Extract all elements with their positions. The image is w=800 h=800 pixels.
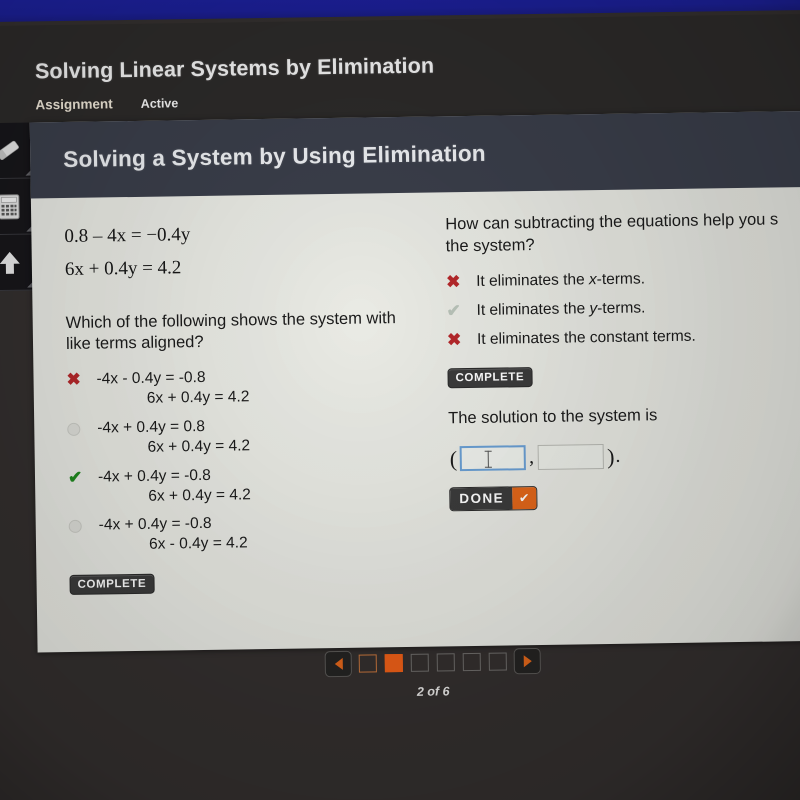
right-question-line2: the system? [445, 235, 535, 256]
radio-unselected[interactable] [67, 419, 97, 441]
check-icon: ✔ [511, 487, 537, 510]
solution-input-row: ( , ) . [449, 441, 800, 472]
page-dot-1[interactable] [358, 654, 377, 673]
radio-unselected[interactable] [68, 516, 99, 538]
equation-line-2: 6x + 0.4y = 4.2 [64, 257, 182, 281]
page-dot-2[interactable] [384, 654, 403, 673]
right-choice-2-text: It eliminates the y-terms. [476, 299, 646, 319]
eraser-tool[interactable] [0, 122, 34, 180]
equation-line-1: 0.8 – 4x = −0.4y [64, 224, 191, 248]
page-dot-4[interactable] [436, 653, 455, 672]
right-column: How can subtracting the equations help y… [439, 209, 800, 647]
left-choice-3-text: -4x + 0.4y = -0.8 6x + 0.4y = 4.2 [98, 465, 251, 507]
tab-active[interactable]: Active [141, 96, 179, 111]
left-choice-1[interactable]: ✖ -4x - 0.4y = -0.8 6x + 0.4y = 4.2 [66, 365, 424, 410]
card-body: 0.8 – 4x = −0.4y 6x + 0.4y = 4.2 Which o… [31, 187, 800, 653]
calculator-tool[interactable] [0, 178, 35, 236]
left-choice-1-line2: 6x + 0.4y = 4.2 [146, 388, 250, 408]
header-tabs: Assignment Active [35, 95, 178, 112]
right-choice-3[interactable]: ✖ It eliminates the constant terms. [447, 324, 800, 349]
correct-mark-icon: ✔ [67, 467, 83, 487]
done-button-label: DONE [450, 487, 513, 511]
left-choice-4-line1: -4x + 0.4y = -0.8 [98, 515, 212, 534]
right-choice-1-text: It eliminates the x-terms. [476, 270, 646, 290]
tilted-monitor-content: Solving Linear Systems by Elimination As… [0, 0, 800, 800]
left-choice-3-line1: -4x + 0.4y = -0.8 [97, 466, 211, 486]
right-complete-badge[interactable]: COMPLETE [447, 367, 533, 389]
wrong-mark-icon: ✖ [446, 272, 461, 292]
page-dot-5[interactable] [462, 652, 481, 672]
equation-system: 0.8 – 4x = −0.4y 6x + 0.4y = 4.2 [64, 215, 422, 287]
left-choice-3[interactable]: ✔ -4x + 0.4y = -0.8 6x + 0.4y = 4.2 [68, 462, 426, 507]
left-choice-4-text: -4x + 0.4y = -0.8 6x - 0.4y = 4.2 [99, 514, 248, 556]
chevron-left-icon [334, 657, 343, 671]
answer-y-input[interactable] [537, 444, 605, 471]
answer-x-input[interactable] [459, 445, 527, 472]
page-count-label: 2 of 6 [416, 684, 450, 699]
right-question-text: How can subtracting the equations help y… [445, 209, 800, 258]
right-question-line1: How can subtracting the equations help y… [445, 210, 779, 234]
page-dot-3[interactable] [410, 653, 429, 672]
right-choice-3-text: It eliminates the constant terms. [476, 327, 696, 348]
screen-photo: Solving Linear Systems by Elimination As… [0, 0, 800, 800]
eraser-icon [0, 138, 23, 162]
pagination-row [324, 647, 541, 678]
solution-period: . [615, 445, 621, 468]
left-choice-2-line2: 6x + 0.4y = 4.2 [147, 437, 251, 456]
done-button[interactable]: DONE ✔ [449, 486, 538, 512]
left-choice-1-line1: -4x - 0.4y = -0.8 [96, 369, 206, 388]
right-choice-2[interactable]: ✔ It eliminates the y-terms. [446, 296, 800, 321]
solution-label: The solution to the system is [448, 406, 658, 428]
left-choice-4[interactable]: -4x + 0.4y = -0.8 6x - 0.4y = 4.2 [68, 511, 427, 556]
scroll-up-tool[interactable] [0, 234, 36, 292]
text-caret-icon [487, 451, 490, 469]
left-question-text: Which of the following shows the system … [65, 308, 396, 354]
left-column: 0.8 – 4x = −0.4y 6x + 0.4y = 4.2 Which o… [31, 214, 445, 652]
open-paren: ( [449, 446, 458, 472]
wrong-mark-icon: ✖ [446, 329, 462, 349]
up-arrow-icon [0, 248, 23, 276]
prev-page-button[interactable] [324, 650, 352, 678]
card-header: Solving a System by Using Elimination [29, 110, 800, 199]
left-choice-2-line1: -4x + 0.4y = 0.8 [97, 417, 206, 437]
left-choice-3-line2: 6x + 0.4y = 4.2 [148, 485, 251, 505]
wrong-mark-icon: ✖ [66, 370, 81, 390]
page-dot-6[interactable] [488, 652, 507, 671]
faint-check-mark-icon: ✔ [446, 300, 461, 321]
tab-assignment[interactable]: Assignment [35, 96, 112, 112]
card-title: Solving a System by Using Elimination [63, 140, 486, 173]
next-page-button[interactable] [513, 647, 541, 675]
lesson-card: Solving a System by Using Elimination 0.… [29, 110, 800, 653]
close-paren: ) [606, 443, 615, 469]
chevron-right-icon [523, 655, 532, 668]
left-complete-badge[interactable]: COMPLETE [69, 573, 155, 595]
left-choice-2[interactable]: -4x + 0.4y = 0.8 6x + 0.4y = 4.2 [67, 414, 425, 459]
left-choice-2-text: -4x + 0.4y = 0.8 6x + 0.4y = 4.2 [97, 416, 250, 458]
solution-comma: , [528, 446, 535, 469]
calculator-icon [0, 192, 21, 220]
left-choice-1-text: -4x - 0.4y = -0.8 6x + 0.4y = 4.2 [96, 368, 249, 410]
right-choice-1[interactable]: ✖ It eliminates the x-terms. [446, 267, 800, 292]
left-choice-4-line2: 6x - 0.4y = 4.2 [148, 534, 248, 553]
